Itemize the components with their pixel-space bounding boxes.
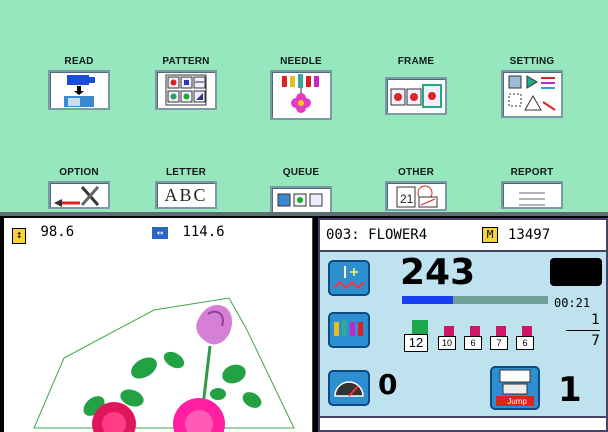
menu-letter[interactable]: LETTER ABC [148, 167, 224, 209]
current-needle-number: 12 [404, 334, 428, 352]
speed-value: 0 [378, 368, 398, 401]
menu-read-label: READ [64, 56, 94, 67]
jump-label: Jump [507, 397, 527, 406]
fraction-denominator: 7 [591, 333, 600, 349]
menu-queue-label: QUEUE [282, 167, 320, 178]
usb-read-icon [64, 75, 95, 107]
pattern-grid-icon [165, 74, 207, 106]
svg-text:21: 21 [400, 192, 414, 206]
pattern-button[interactable] [155, 70, 217, 110]
status-header: 003: FLOWER4 M 13497 [320, 220, 606, 252]
read-button[interactable] [48, 70, 110, 110]
letter-button[interactable]: ABC [155, 181, 217, 209]
needle-flower-icon [282, 74, 319, 113]
needle-button[interactable] [270, 70, 332, 120]
current-stitch: 243 [400, 252, 476, 293]
stitch-needle-icon [333, 266, 365, 290]
needle-change-button[interactable] [328, 312, 370, 348]
design-preview-canvas[interactable]: ↕ 98.6 ↔ 114.6 [4, 218, 313, 432]
next-needle-2-number: 6 [464, 336, 482, 350]
settings-icon [508, 75, 556, 111]
menu-option-label: OPTION [59, 167, 99, 178]
menu-setting-label: SETTING [509, 56, 555, 67]
fraction-line [566, 330, 600, 331]
menu-setting[interactable]: SETTING [494, 56, 570, 118]
menu-other[interactable]: OTHER 21 [378, 167, 454, 211]
main-menu-bar: READ PATTERN NEEDLE FRAME SETTING OPTION… [0, 0, 608, 214]
stitch-progress-bar [402, 296, 548, 304]
menu-report[interactable]: REPORT [494, 167, 570, 209]
next-needle-1-number: 10 [438, 336, 456, 350]
stitch-counter-button[interactable] [328, 260, 370, 296]
report-icon [519, 192, 545, 206]
menu-letter-label: LETTER [165, 167, 207, 178]
speedometer-icon [334, 381, 364, 397]
menu-frame[interactable]: FRAME [378, 56, 454, 115]
option-button[interactable] [48, 181, 110, 209]
message-bar [320, 416, 606, 430]
stop-indicator [550, 258, 602, 286]
needle-bar-icon [334, 320, 363, 336]
current-needle-box: 12 [404, 320, 430, 352]
menu-report-label: REPORT [510, 167, 554, 178]
status-panel: 003: FLOWER4 M 13497 243 00:21 12 10 6 7… [318, 218, 608, 432]
menu-other-label: OTHER [398, 167, 434, 178]
menu-option[interactable]: OPTION [41, 167, 117, 209]
menu-frame-label: FRAME [397, 56, 435, 67]
needle-sequence: 12 10 6 7 6 [404, 316, 564, 352]
design-name: 003: FLOWER4 [326, 227, 428, 243]
color-change-fraction: 1 7 [566, 312, 600, 349]
frame-button[interactable] [385, 77, 447, 115]
letter-preview-text: ABC [164, 185, 208, 205]
setting-button[interactable] [501, 70, 563, 118]
stitch-progress-fill [402, 296, 454, 304]
next-needle-3-number: 7 [490, 336, 508, 350]
menu-needle-label: NEEDLE [280, 56, 322, 67]
embroidery-design-preview [33, 297, 295, 432]
menu-pattern-label: PATTERN [162, 56, 210, 67]
menu-read[interactable]: READ [41, 56, 117, 110]
report-button[interactable] [501, 181, 563, 209]
fraction-numerator: 1 [591, 312, 600, 328]
panel-divider [0, 212, 608, 216]
stitch-total: 13497 [508, 227, 551, 243]
calendar-clock-icon: 21 [396, 185, 438, 208]
speed-button[interactable] [328, 370, 370, 406]
other-button[interactable]: 21 [385, 181, 447, 211]
jump-button[interactable]: Jump [490, 366, 540, 410]
menu-queue[interactable]: QUEUE [263, 167, 339, 214]
next-needle-4-number: 6 [516, 336, 534, 350]
menu-pattern[interactable]: PATTERN [148, 56, 224, 110]
queue-button[interactable] [270, 186, 332, 214]
menu-needle[interactable]: NEEDLE [263, 56, 339, 120]
frame-icon [390, 84, 442, 108]
elapsed-time: 00:21 [554, 296, 591, 310]
tools-icon [54, 186, 100, 207]
jump-value: 1 [558, 370, 582, 410]
queue-icon [277, 193, 323, 207]
stitch-total-icon: M [482, 227, 498, 243]
